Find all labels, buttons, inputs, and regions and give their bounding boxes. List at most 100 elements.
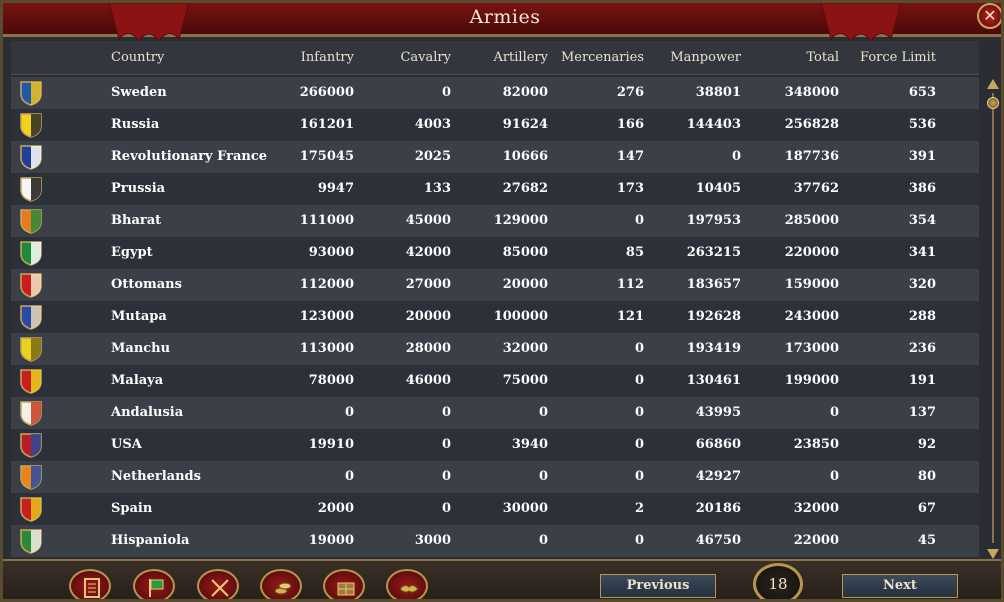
cell-force-limit: 137 (908, 405, 936, 420)
header-country[interactable]: Country (111, 50, 164, 65)
cell-total: 256828 (784, 117, 839, 132)
header-mercenaries[interactable]: Mercenaries (554, 50, 644, 65)
table-body: Sweden 266000 0 82000 276 38801 348000 653 Russi… (11, 77, 979, 557)
cell-artillery: 27682 (502, 181, 548, 196)
title-bar: Armies ✕ (3, 3, 1001, 42)
cell-mercenaries: 276 (616, 85, 644, 100)
cell-total: 173000 (784, 341, 839, 356)
country-shield-icon[interactable] (19, 496, 43, 522)
cell-infantry: 2000 (317, 501, 354, 516)
country-shield-icon[interactable] (19, 176, 43, 202)
table-row[interactable]: Prussia 9947 133 27682 173 10405 37762 386 (11, 173, 979, 205)
ledger-tab-ledger[interactable] (69, 569, 111, 599)
cell-mercenaries: 0 (634, 373, 644, 388)
ledger-tab-coins[interactable] (260, 569, 302, 599)
armies-table: Country Infantry Cavalry Artillery Merce… (11, 41, 979, 557)
cell-force-limit: 391 (908, 149, 936, 164)
header-total[interactable]: Total (749, 50, 839, 65)
cell-infantry: 78000 (308, 373, 354, 388)
cell-manpower: 192628 (686, 309, 741, 324)
drape-right-ornament (821, 3, 901, 42)
cell-infantry: 0 (344, 405, 354, 420)
cell-cavalry: 0 (441, 437, 451, 452)
cell-cavalry: 2025 (414, 149, 451, 164)
ledger-tab-crossed-swords[interactable] (197, 569, 239, 599)
cell-country: Prussia (111, 181, 166, 196)
header-cavalry[interactable]: Cavalry (361, 50, 451, 65)
cell-mercenaries: 0 (634, 533, 644, 548)
cell-artillery: 82000 (502, 85, 548, 100)
cell-country: Mutapa (111, 309, 167, 324)
cell-total: 220000 (784, 245, 839, 260)
header-manpower[interactable]: Manpower (651, 50, 741, 65)
country-shield-icon[interactable] (19, 80, 43, 106)
table-row[interactable]: Sweden 266000 0 82000 276 38801 348000 653 (11, 77, 979, 109)
table-row[interactable]: Bharat 111000 45000 129000 0 197953 285000 354 (11, 205, 979, 237)
country-shield-icon[interactable] (19, 368, 43, 394)
cell-infantry: 123000 (299, 309, 354, 324)
cell-artillery: 129000 (493, 213, 548, 228)
table-row[interactable]: Andalusia 0 0 0 0 43995 0 137 (11, 397, 979, 429)
table-row[interactable]: Russia 161201 4003 91624 166 144403 256828 536 (11, 109, 979, 141)
cell-country: Revolutionary France (111, 149, 268, 164)
next-button[interactable]: Next (842, 574, 958, 598)
cell-force-limit: 92 (917, 437, 936, 452)
table-row[interactable]: Malaya 78000 46000 75000 0 130461 199000 191 (11, 365, 979, 397)
country-shield-icon[interactable] (19, 304, 43, 330)
table-row[interactable]: Hispaniola 19000 3000 0 0 46750 22000 45 (11, 525, 979, 557)
cell-manpower: 193419 (686, 341, 741, 356)
ledger-tab-crate[interactable] (323, 569, 365, 599)
ledger-tab-flag[interactable] (133, 569, 175, 599)
ledger-icon (84, 578, 100, 598)
cell-cavalry: 45000 (405, 213, 451, 228)
table-row[interactable]: Ottomans 112000 27000 20000 112 183657 159000 3… (11, 269, 979, 301)
cell-infantry: 19910 (308, 437, 354, 452)
table-row[interactable]: USA 19910 0 3940 0 66860 23850 92 (11, 429, 979, 461)
cell-total: 159000 (784, 277, 839, 292)
cell-artillery: 0 (538, 533, 548, 548)
scroll-track[interactable] (992, 93, 994, 543)
header-force-limit[interactable]: Force Limit (846, 50, 936, 65)
cell-infantry: 266000 (299, 85, 354, 100)
handshake-icon (399, 584, 419, 593)
cell-mercenaries: 173 (616, 181, 644, 196)
country-shield-icon[interactable] (19, 336, 43, 362)
crossed-swords-icon (211, 579, 229, 597)
vertical-scrollbar[interactable] (986, 79, 1000, 559)
header-artillery[interactable]: Artillery (458, 50, 548, 65)
cell-infantry: 161201 (299, 117, 354, 132)
table-row[interactable]: Manchu 113000 28000 32000 0 193419 173000 236 (11, 333, 979, 365)
cell-mercenaries: 0 (634, 213, 644, 228)
cell-artillery: 91624 (502, 117, 548, 132)
previous-button[interactable]: Previous (600, 574, 716, 598)
table-row[interactable]: Revolutionary France 175045 2025 10666 147 0 1… (11, 141, 979, 173)
table-row[interactable]: Netherlands 0 0 0 0 42927 0 80 (11, 461, 979, 493)
cell-manpower: 43995 (695, 405, 741, 420)
country-shield-icon[interactable] (19, 144, 43, 170)
header-infantry[interactable]: Infantry (264, 50, 354, 65)
cell-total: 348000 (784, 85, 839, 100)
country-shield-icon[interactable] (19, 400, 43, 426)
table-row[interactable]: Spain 2000 0 30000 2 20186 32000 67 (11, 493, 979, 525)
cell-cavalry: 0 (441, 405, 451, 420)
country-shield-icon[interactable] (19, 208, 43, 234)
country-shield-icon[interactable] (19, 240, 43, 266)
scroll-up-arrow-icon[interactable] (987, 79, 999, 89)
country-shield-icon[interactable] (19, 112, 43, 138)
cell-infantry: 93000 (308, 245, 354, 260)
cell-country: Russia (111, 117, 160, 132)
cell-force-limit: 386 (908, 181, 936, 196)
country-shield-icon[interactable] (19, 464, 43, 490)
scroll-thumb[interactable] (987, 97, 999, 109)
cell-infantry: 0 (344, 469, 354, 484)
table-row[interactable]: Mutapa 123000 20000 100000 121 192628 243000 28… (11, 301, 979, 333)
scroll-down-arrow-icon[interactable] (987, 549, 999, 559)
close-button[interactable]: ✕ (977, 3, 1001, 29)
country-shield-icon[interactable] (19, 432, 43, 458)
table-row[interactable]: Egypt 93000 42000 85000 85 263215 220000 341 (11, 237, 979, 269)
country-shield-icon[interactable] (19, 528, 43, 554)
cell-cavalry: 0 (441, 501, 451, 516)
ledger-tab-handshake[interactable] (386, 569, 428, 599)
cell-force-limit: 320 (908, 277, 936, 292)
country-shield-icon[interactable] (19, 272, 43, 298)
